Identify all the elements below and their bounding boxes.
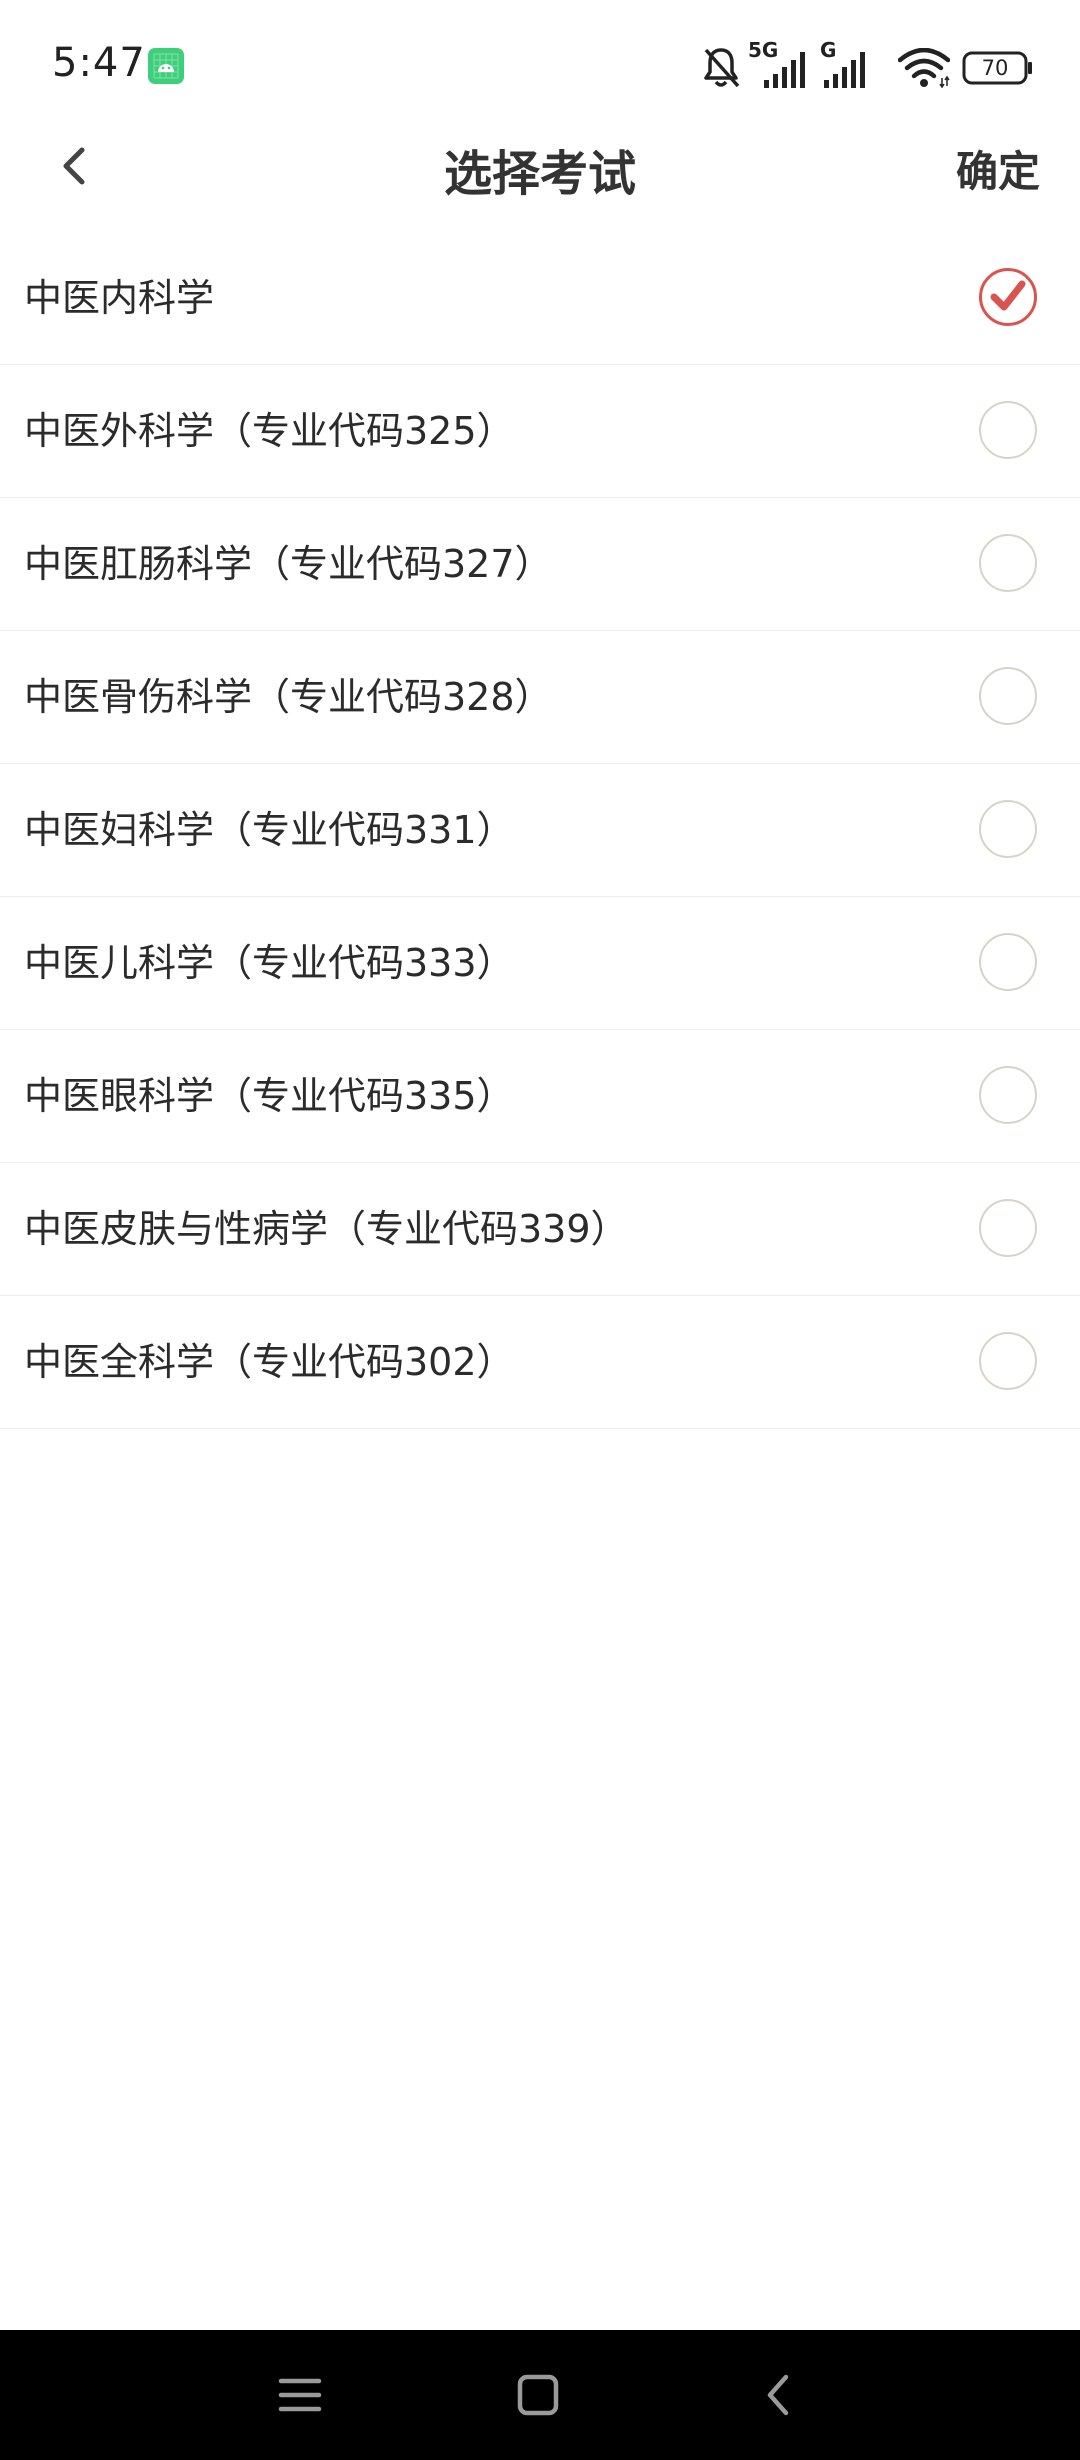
exam-label: 中医肛肠科学（专业代码327）	[24, 542, 553, 586]
radio-unchecked-icon[interactable]	[979, 401, 1037, 459]
list-item[interactable]: 中医皮肤与性病学（专业代码339）	[0, 1163, 1080, 1296]
exam-label: 中医骨伤科学（专业代码328）	[24, 675, 553, 719]
signal-strength-icon	[760, 52, 810, 88]
android-app-icon	[148, 48, 184, 84]
header-bar: 选择考试 确定	[0, 110, 1080, 222]
radio-unchecked-icon[interactable]	[979, 1199, 1037, 1257]
radio-unchecked-icon[interactable]	[979, 1066, 1037, 1124]
exam-label: 中医全科学（专业代码302）	[24, 1340, 515, 1384]
list-item[interactable]: 中医全科学（专业代码302）	[0, 1296, 1080, 1429]
radio-unchecked-icon[interactable]	[979, 933, 1037, 991]
system-nav-bar	[0, 2330, 1080, 2460]
battery-icon: 70	[962, 50, 1034, 86]
list-item[interactable]: 中医骨伤科学（专业代码328）	[0, 631, 1080, 764]
list-item[interactable]: 中医眼科学（专业代码335）	[0, 1030, 1080, 1163]
back-arrow-icon	[767, 2374, 789, 2416]
page-title: 选择考试	[443, 146, 636, 202]
nav-menu-button[interactable]	[260, 2355, 340, 2435]
menu-icon	[278, 2378, 322, 2412]
exam-label: 中医内科学	[24, 276, 215, 320]
radio-unchecked-icon[interactable]	[979, 800, 1037, 858]
exam-label: 中医外科学（专业代码325）	[24, 409, 515, 453]
radio-checked-icon[interactable]	[979, 268, 1037, 326]
wifi-icon	[897, 47, 951, 89]
nav-home-button[interactable]	[498, 2355, 578, 2435]
nav-back-button[interactable]	[738, 2355, 818, 2435]
list-item[interactable]: 中医外科学（专业代码325）	[0, 365, 1080, 498]
mute-bell-icon	[700, 44, 742, 90]
list-item[interactable]: 中医肛肠科学（专业代码327）	[0, 498, 1080, 631]
exam-label: 中医妇科学（专业代码331）	[24, 808, 515, 852]
battery-level: 70	[981, 56, 1009, 80]
status-time: 5:47	[52, 40, 146, 86]
radio-unchecked-icon[interactable]	[979, 667, 1037, 725]
home-square-icon	[517, 2374, 559, 2416]
radio-unchecked-icon[interactable]	[979, 534, 1037, 592]
list-item[interactable]: 中医儿科学（专业代码333）	[0, 897, 1080, 1030]
exam-label: 中医儿科学（专业代码333）	[24, 941, 515, 985]
list-item[interactable]: 中医内科学	[0, 232, 1080, 365]
exam-label: 中医眼科学（专业代码335）	[24, 1074, 515, 1118]
exam-list: 中医内科学 中医外科学（专业代码325） 中医肛肠科学（专业代码327） 中医骨…	[0, 232, 1080, 1429]
radio-unchecked-icon[interactable]	[979, 1332, 1037, 1390]
exam-label: 中医皮肤与性病学（专业代码339）	[24, 1207, 629, 1251]
status-icons: 5G G 70	[680, 38, 1080, 92]
list-item[interactable]: 中医妇科学（专业代码331）	[0, 764, 1080, 897]
confirm-button[interactable]: 确定	[956, 138, 1040, 199]
signal-strength-icon-secondary	[820, 52, 870, 88]
